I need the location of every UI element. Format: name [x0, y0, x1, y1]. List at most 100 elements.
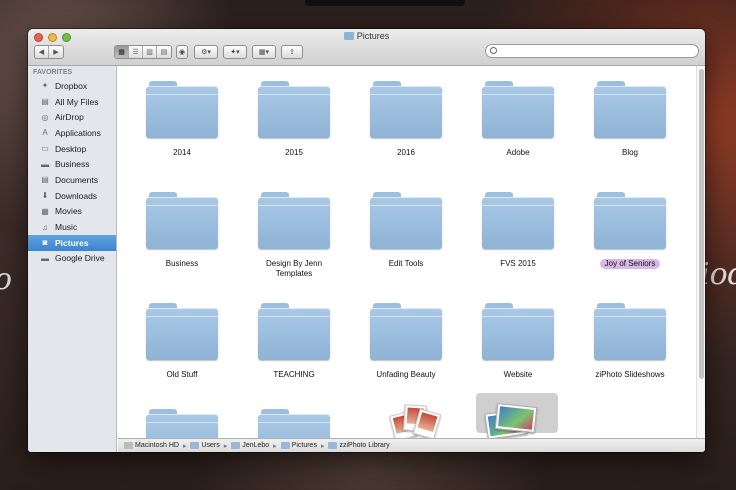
- folder-name: Joy of Seniors: [599, 259, 661, 269]
- folder-icon: [370, 81, 442, 138]
- partial-folder-item[interactable]: [238, 409, 350, 438]
- folder-item[interactable]: Adobe: [462, 81, 574, 158]
- camera-icon: ◙: [42, 238, 48, 248]
- folder-item[interactable]: 2014: [126, 81, 238, 158]
- folder-name: 2014: [173, 148, 191, 157]
- coverflow-view-button[interactable]: ▤: [157, 46, 171, 58]
- folder-icon: [146, 192, 218, 249]
- path-item[interactable]: Users: [190, 442, 220, 449]
- back-button[interactable]: ◀: [35, 46, 49, 58]
- folder-icon: ▬: [41, 253, 49, 263]
- partial-folder-item[interactable]: [126, 409, 238, 438]
- back-arrow-icon: ◀: [38, 49, 45, 56]
- sidebar-item-label: Downloads: [55, 190, 98, 201]
- sidebar-item-downloads[interactable]: ⬇ Downloads: [28, 188, 116, 204]
- folder-item[interactable]: ziPhoto Slideshows: [574, 303, 686, 380]
- iphoto-library-item-selected[interactable]: [476, 393, 558, 438]
- folder-icon: [594, 303, 666, 360]
- path-item[interactable]: Pictures: [280, 442, 317, 449]
- sidebar-item-label: Movies: [55, 206, 82, 217]
- sidebar-item-label: Documents: [55, 174, 98, 185]
- path-item[interactable]: zziPhoto Library: [328, 442, 390, 449]
- sidebar-item-documents[interactable]: ▤ Documents: [28, 172, 116, 188]
- sidebar-item-airdrop[interactable]: ◎ AirDrop: [28, 109, 116, 125]
- folder-item[interactable]: Unfading Beauty: [350, 303, 462, 380]
- folder-name: Business: [165, 259, 199, 268]
- photos-icon: [370, 399, 442, 438]
- folder-icon: [258, 81, 330, 138]
- folder-item[interactable]: TEACHING: [238, 303, 350, 380]
- folder-icon: [231, 442, 241, 449]
- folder-name: 2015: [285, 148, 303, 157]
- sidebar-item-label: Dropbox: [55, 80, 88, 91]
- sidebar-heading: FAVORITES: [33, 69, 73, 76]
- folder-icon: [258, 303, 330, 360]
- vertical-scrollbar[interactable]: [696, 66, 705, 438]
- sidebar-item-dropbox[interactable]: ✦ Dropbox: [28, 78, 116, 94]
- sidebar-item-label: Desktop: [55, 143, 87, 154]
- sidebar-item-label: Google Drive: [55, 253, 105, 264]
- path-item[interactable]: Macintosh HD: [124, 442, 179, 449]
- path-item-label: Users: [201, 442, 220, 449]
- folder-icon: [482, 81, 554, 138]
- applications-icon: A: [42, 128, 48, 138]
- sidebar-item-pictures[interactable]: ◙ Pictures: [28, 234, 116, 251]
- finder-window: Pictures ◀ ▶ ▦ ☰ ▥ ▤ ◉ ⚙▾ ✦▾ ▦▾ ⇪ FAVORI…: [28, 29, 705, 452]
- sidebar-list: ✦ Dropbox ▤ All My Files ◎ AirDrop A Applicatio…: [28, 78, 116, 266]
- folder-item[interactable]: 2016: [350, 81, 462, 158]
- icon-view-button[interactable]: ▦: [115, 46, 129, 58]
- path-item[interactable]: JenLebo: [231, 442, 269, 449]
- folder-item[interactable]: Blog: [574, 81, 686, 158]
- folder-item[interactable]: Edit Tools: [350, 192, 462, 269]
- dropbox-button[interactable]: ✦▾: [223, 45, 247, 59]
- share-button[interactable]: ⇪: [281, 45, 303, 59]
- action-button[interactable]: ⚙▾: [194, 45, 218, 59]
- search-icon: [490, 47, 497, 54]
- sidebar-item-movies[interactable]: ▦ Movies: [28, 204, 116, 220]
- column-view-button[interactable]: ▥: [143, 46, 157, 58]
- folder-item[interactable]: Joy of Seniors: [574, 192, 686, 271]
- folder-name: Adobe: [506, 148, 530, 157]
- arrange-button[interactable]: ▦▾: [252, 45, 276, 59]
- sidebar-item-google-drive[interactable]: ▬ Google Drive: [28, 251, 116, 267]
- iphoto-icon: [484, 402, 546, 438]
- path-separator-icon: ▸: [223, 442, 228, 450]
- folder-icon: ▬: [41, 159, 49, 169]
- folder-item[interactable]: FVS 2015: [462, 192, 574, 269]
- path-item-label: Macintosh HD: [135, 442, 179, 449]
- sidebar-item-applications[interactable]: A Applications: [28, 125, 116, 141]
- forward-arrow-icon: ▶: [53, 49, 59, 56]
- folder-name: ziPhoto Slideshows: [595, 370, 665, 379]
- sidebar-item-desktop[interactable]: ▭ Desktop: [28, 141, 116, 157]
- hard-drive-icon: [124, 442, 133, 449]
- dropbox-icon: ✦: [41, 81, 49, 91]
- path-bar: Macintosh HD ▸ Users ▸ JenLebo ▸ Pictures ▸ zziP…: [118, 438, 705, 452]
- movies-icon: ▦: [41, 206, 49, 216]
- folder-item[interactable]: Website: [462, 303, 574, 380]
- scrollbar-thumb[interactable]: [699, 69, 704, 379]
- sidebar-item-music[interactable]: ♫ Music: [28, 219, 116, 235]
- folder-item[interactable]: 2015: [238, 81, 350, 158]
- sidebar-item-label: Business: [55, 159, 90, 170]
- toolbar: ◀ ▶ ▦ ☰ ▥ ▤ ◉ ⚙▾ ✦▾ ▦▾ ⇪: [34, 44, 699, 60]
- search-field[interactable]: [485, 44, 699, 58]
- sidebar-item-all-my-files[interactable]: ▤ All My Files: [28, 94, 116, 110]
- folder-icon: [146, 81, 218, 138]
- column-view-icon: ▥: [146, 49, 153, 56]
- folder-item[interactable]: Business: [126, 192, 238, 269]
- sidebar-item-label: All My Files: [55, 96, 99, 107]
- folder-item[interactable]: Design By Jenn Templates: [238, 192, 350, 279]
- list-view-button[interactable]: ☰: [129, 46, 143, 58]
- folder-icon: [594, 192, 666, 249]
- folder-item[interactable]: Old Stuff: [126, 303, 238, 380]
- folder-icon: [370, 303, 442, 360]
- folder-icon: [328, 442, 338, 449]
- sidebar-item-business[interactable]: ▬ Business: [28, 156, 116, 172]
- forward-button[interactable]: ▶: [49, 46, 63, 58]
- folder-name: Design By Jenn Templates: [265, 259, 323, 278]
- quicklook-button[interactable]: ◉: [176, 45, 188, 59]
- nav-buttons: ◀ ▶: [34, 45, 64, 59]
- airdrop-icon: ◎: [41, 112, 49, 122]
- folder-name: TEACHING: [273, 370, 315, 379]
- photo-library-item[interactable]: [350, 399, 462, 438]
